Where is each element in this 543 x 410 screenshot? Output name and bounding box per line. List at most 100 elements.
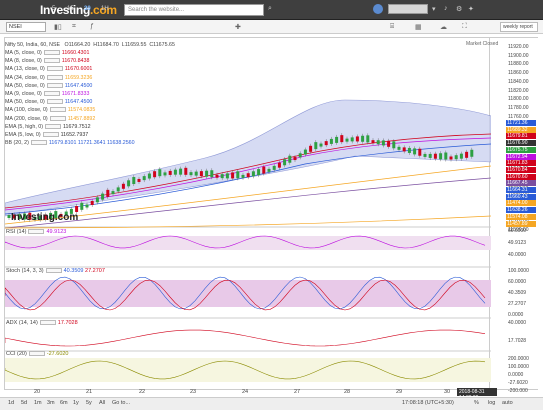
indicator-tick-label: -27.6020 [508,380,528,386]
candle-body [236,171,240,179]
search-icon[interactable]: ⌕ [268,5,272,13]
indicator-legend-row: MA (9, close, 0) 11671.8333 [5,91,90,97]
candle-body [402,147,406,152]
candle-body [168,170,172,175]
candle-body [231,172,235,179]
price-badge: 11689.32 [506,126,536,133]
chart-area[interactable]: Investing.com [4,37,491,390]
interval-icon[interactable]: ⌗ [72,23,76,31]
range-button[interactable]: 1d [8,400,14,406]
bell-icon[interactable]: ♪ [444,5,448,12]
candle-body [121,183,125,189]
indicator-tick-label: 200.0000 [508,356,529,362]
range-button[interactable]: 6m [60,400,68,406]
candle-body [210,170,214,178]
indicators-icon[interactable]: ƒ [90,23,94,30]
candle-body [199,171,203,177]
range-button[interactable]: Go to... [112,400,130,406]
candle-body [449,156,453,160]
candle-body [350,137,354,142]
indicator-legend-row: MA (5, close, 0) 11660.4301 [5,50,90,56]
candle-body [309,145,313,152]
candle-body [220,174,224,179]
chart-type-icon[interactable]: ▮▯ [54,23,62,31]
candle-body [459,153,463,159]
scale-option[interactable]: % [474,400,479,406]
candle-body [173,169,177,175]
stoch-label: Stoch (14, 3, 3) 40.3509 27.2707 [6,268,105,274]
range-button[interactable]: 1m [34,400,42,406]
candle-body [329,138,333,144]
candle-body [194,171,198,176]
candle-body [251,171,255,177]
range-button[interactable]: 3m [47,400,55,406]
timeframe-1h[interactable]: 1H [101,6,109,12]
cci-label: CCI (20) -27.6020 [6,351,69,357]
candle-body [101,193,105,200]
crosshair-icon[interactable]: ✚ [235,23,241,31]
user-menu[interactable] [388,4,428,14]
candle-body [132,177,136,185]
search-input[interactable]: Search the website... [124,4,264,16]
timeframe-5[interactable]: 5 [52,6,55,12]
candle-body [303,149,307,155]
indicator-legend-row: BB (20, 2) 11679.8101 11721.3641 11638.25… [5,140,135,147]
timeframe-30[interactable]: 30 [84,6,91,12]
indicator-tick-label: 40.0000 [508,252,527,258]
time-tick-label: 23 [190,389,197,395]
candle-body [288,155,292,163]
candle-body [111,191,115,195]
weekly-report-dropdown[interactable]: weekly report [500,22,538,32]
candle-body [371,140,375,144]
indicator-legend-row: MA (50, close, 0) 11647.4500 [5,82,93,89]
indicator-tick-label: 100.0000 [508,268,529,274]
price-tick-label: 11760.00 [508,113,529,120]
price-tick-label: 11860.00 [508,70,529,77]
candle-body [272,165,276,170]
range-button[interactable]: 1y [73,400,79,406]
indicator-tick-label: 100.0000 [508,364,529,370]
candle-body [345,138,349,142]
rsi-label: RSI (14) 49.9123 [6,229,67,235]
price-badge: 11664.31 [506,187,536,193]
fullscreen-icon[interactable]: ⛶ [462,23,467,31]
candle-body [428,153,432,158]
candle-body [106,189,110,197]
candle-body [376,140,380,145]
candle-body [340,135,344,143]
cloud-icon[interactable]: ☁ [440,23,447,31]
gear-icon[interactable]: ✦ [468,5,474,13]
price-badge: 11574.08 [506,213,536,220]
user-avatar[interactable] [373,4,383,14]
date-pill: 2018-08-31 14:30:00 [457,388,497,401]
range-button[interactable]: 5y [86,400,92,406]
candle-body [257,169,261,176]
layout-icon[interactable]: ▦ [415,23,422,31]
scale-option[interactable]: log [488,400,495,406]
price-badge: 11672.94 [506,153,536,160]
candle-body [407,147,411,153]
indicator-tick-label: 0.0000 [508,312,524,318]
candle-body [215,174,219,178]
price-badge: 11676.90 [506,140,536,147]
candle-body [423,153,427,157]
candle-body [381,140,385,146]
price-tick-label: 11840.00 [508,78,529,85]
chevron-down-icon[interactable]: ▾ [432,5,436,13]
price-badge: 11671.83 [506,160,536,167]
scale-option[interactable]: auto [502,400,513,406]
candle-body [319,143,323,147]
watermark-logo: Investing.com [11,212,78,223]
range-button[interactable]: 5d [21,400,27,406]
time-axis: 20212223242728293031 [4,389,490,397]
stoch-band [5,280,491,307]
timeframe-15[interactable]: 15 [67,6,74,12]
candle-body [158,169,162,177]
symbol-input[interactable]: NSEI [6,22,46,32]
clock-readout: 17:08:18 (UTC+5:30) [402,400,454,406]
candle-body [314,142,318,150]
settings-icon[interactable]: ⚙ [456,5,462,13]
camera-icon[interactable]: ⌸ [390,23,394,31]
range-button[interactable]: All [99,400,105,406]
range-footer: 1d 5d 1m 3m 6m 1y 5y All Go to... 17:08:18 (UTC+5… [0,397,543,410]
